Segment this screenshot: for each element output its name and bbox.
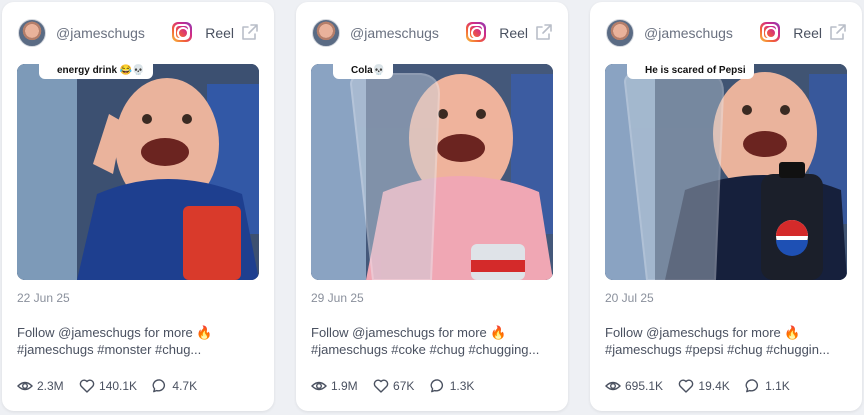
views-count: 1.9M	[331, 379, 358, 393]
views-stat: 695.1K	[605, 378, 663, 394]
card-header: @jameschugs Reel	[18, 19, 260, 49]
likes-stat: 67K	[373, 378, 414, 394]
comments-stat: 1.3K	[430, 378, 475, 394]
heart-icon	[679, 379, 694, 393]
eye-icon	[311, 381, 327, 391]
video-thumbnail[interactable]: Cola💀	[311, 64, 553, 280]
external-link-icon[interactable]	[534, 22, 554, 42]
post-card[interactable]: @jameschugs Reel He is scared of Pepsi 2…	[590, 2, 862, 411]
video-caption: He is scared of Pepsi	[627, 64, 754, 79]
account-handle[interactable]: @jameschugs	[644, 25, 733, 41]
views-count: 2.3M	[37, 379, 64, 393]
account-handle[interactable]: @jameschugs	[350, 25, 439, 41]
post-date: 22 Jun 25	[17, 291, 70, 305]
avatar[interactable]	[18, 19, 46, 47]
hashtags-line: #jameschugs #pepsi #chug #chuggin...	[605, 342, 830, 357]
post-description: Follow @jameschugs for more 🔥 #jameschug…	[311, 324, 555, 358]
hashtags-line: #jameschugs #monster #chug...	[17, 342, 202, 357]
comments-count: 4.7K	[172, 379, 198, 393]
likes-count: 67K	[393, 379, 415, 393]
description-line: Follow @jameschugs for more 🔥	[605, 325, 801, 340]
likes-count: 140.1K	[99, 379, 138, 393]
avatar[interactable]	[606, 19, 634, 47]
instagram-icon	[466, 22, 486, 42]
eye-icon	[605, 381, 621, 391]
comments-count: 1.3K	[449, 379, 475, 393]
avatar[interactable]	[312, 19, 340, 47]
comment-icon	[430, 379, 443, 393]
card-header: @jameschugs Reel	[312, 19, 554, 49]
post-type-label: Reel	[205, 25, 234, 41]
post-card[interactable]: @jameschugs Reel Cola💀 29 Jun 25 Follow …	[296, 2, 568, 411]
views-stat: 2.3M	[17, 378, 64, 394]
post-description: Follow @jameschugs for more 🔥 #jameschug…	[17, 324, 261, 358]
post-type-label: Reel	[793, 25, 822, 41]
heart-icon	[373, 379, 389, 393]
description-line: Follow @jameschugs for more 🔥	[311, 325, 507, 340]
hashtags-line: #jameschugs #coke #chug #chugging...	[311, 342, 540, 357]
likes-stat: 19.4K	[678, 378, 730, 394]
comment-icon	[745, 379, 759, 393]
post-date: 29 Jun 25	[311, 291, 364, 305]
views-stat: 1.9M	[311, 378, 358, 394]
comments-count: 1.1K	[765, 379, 790, 393]
video-thumbnail[interactable]: energy drink 😂💀	[17, 64, 259, 280]
instagram-icon	[172, 22, 192, 42]
post-date: 20 Jul 25	[605, 291, 654, 305]
video-caption: energy drink 😂💀	[39, 64, 153, 79]
card-header: @jameschugs Reel	[606, 19, 848, 49]
comments-stat: 1.1K	[745, 378, 790, 394]
comments-stat: 4.7K	[152, 378, 197, 394]
likes-stat: 140.1K	[79, 378, 137, 394]
engagement-stats: 1.9M 67K 1.3K	[311, 378, 486, 396]
energy-can	[183, 206, 241, 280]
post-description: Follow @jameschugs for more 🔥 #jameschug…	[605, 324, 849, 358]
video-caption: Cola💀	[333, 64, 394, 79]
heart-icon	[79, 379, 95, 393]
video-thumbnail[interactable]: He is scared of Pepsi	[605, 64, 847, 280]
account-handle[interactable]: @jameschugs	[56, 25, 145, 41]
instagram-icon	[760, 22, 780, 42]
description-line: Follow @jameschugs for more 🔥	[17, 325, 213, 340]
engagement-stats: 2.3M 140.1K 4.7K	[17, 378, 209, 396]
post-card[interactable]: @jameschugs Reel energy drink 😂💀 22 Jun …	[2, 2, 274, 411]
likes-count: 19.4K	[698, 379, 730, 393]
external-link-icon[interactable]	[828, 22, 848, 42]
eye-icon	[17, 381, 33, 391]
engagement-stats: 695.1K 19.4K 1.1K	[605, 378, 802, 396]
external-link-icon[interactable]	[240, 22, 260, 42]
post-type-label: Reel	[499, 25, 528, 41]
views-count: 695.1K	[625, 379, 664, 393]
comment-icon	[152, 379, 166, 393]
